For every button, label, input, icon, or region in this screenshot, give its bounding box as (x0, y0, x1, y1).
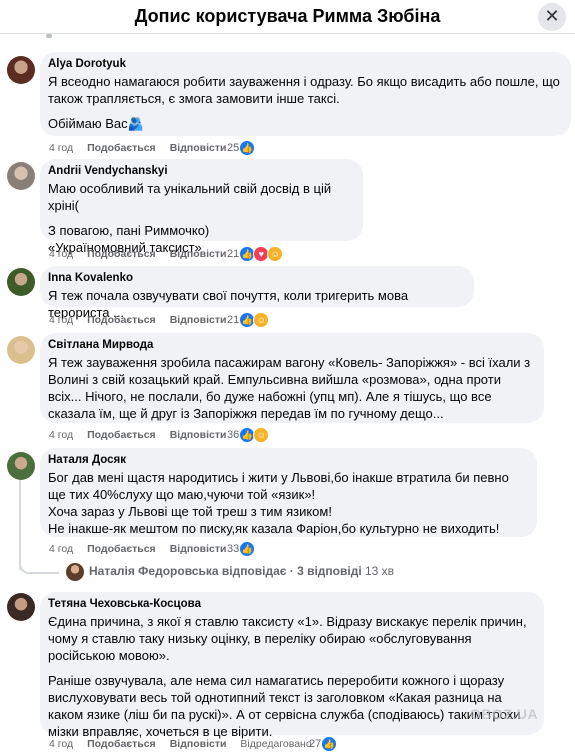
like-button[interactable]: Подобається (87, 142, 156, 154)
reactions[interactable]: 33 👍 (227, 541, 256, 557)
comment-text: Бог дав мені щастя народитись і жити у Л… (48, 470, 509, 502)
comment-time[interactable]: 4 год (49, 543, 73, 555)
comment-bubble: Наталя Досяк Бог дав мені щастя народити… (40, 448, 537, 537)
comment-author[interactable]: Світлана Мирвода (48, 338, 533, 352)
comment-author[interactable]: Наталя Досяк (48, 453, 526, 467)
comment-time[interactable]: 4 год (49, 738, 73, 750)
reactions-count: 27 (309, 738, 322, 750)
comment-text: Маю особливий та унікальний свій досвід … (48, 181, 332, 213)
avatar[interactable] (7, 593, 35, 621)
comment-meta: 4 год Подобається Відповісти Відредаговано (49, 738, 326, 750)
reply-author: Наталія Федоровська (89, 564, 219, 579)
reply-time: 13 хв (365, 564, 395, 579)
comment-bubble: Alya Dorotyuk Я всеодно намагаюся робити… (40, 52, 571, 136)
reactions[interactable]: 25 👍 (227, 140, 256, 156)
comment-meta: 4 год Подобається Відповісти (49, 314, 240, 326)
reply-button[interactable]: Відповісти (170, 248, 227, 260)
reply-button[interactable]: Відповісти (170, 738, 227, 750)
watermark: OBOZ.UA (470, 706, 539, 722)
comment-text: Я всеодно намагаюся робити зауваження і … (48, 74, 560, 106)
comment-text: З повагою, пані Риммочко) (48, 223, 210, 238)
comment-time[interactable]: 4 год (49, 429, 73, 441)
like-icon: 👍 (239, 541, 256, 557)
care-icon: ☺ (253, 427, 270, 443)
avatar[interactable] (7, 336, 35, 364)
reactions[interactable]: 36 👍 ☺ (227, 427, 270, 443)
care-icon: ☺ (267, 246, 284, 262)
comment-text: Я теж зауваження зробила пасажирам вагон… (48, 355, 531, 421)
avatar[interactable] (7, 452, 35, 480)
comment-bubble: Світлана Мирвода Я теж зауваження зробил… (40, 333, 544, 423)
reactions-count: 33 (227, 543, 240, 555)
reactions[interactable]: 27 👍 (309, 736, 338, 752)
reply-button[interactable]: Відповісти (170, 429, 227, 441)
view-replies-link[interactable]: Наталія Федоровська відповідає · 3 відпо… (66, 563, 394, 581)
like-button[interactable]: Подобається (87, 738, 156, 750)
comment-bubble: Тетяна Чеховська-Косцова Єдина причина, … (40, 592, 544, 739)
comment-author[interactable]: Inna Kovalenko (48, 271, 463, 285)
like-button[interactable]: Подобається (87, 543, 156, 555)
scroll-fragment (46, 34, 52, 38)
close-icon[interactable]: ✕ (538, 3, 566, 31)
dialog-title: Допис користувача Римма Зюбіна (134, 6, 441, 26)
like-icon: 👍 (239, 140, 256, 156)
comment-meta: 4 год Подобається Відповісти (49, 543, 240, 555)
reactions-count: 36 (227, 429, 240, 441)
avatar[interactable] (7, 268, 35, 296)
avatar (66, 563, 84, 581)
reactions[interactable]: 21 👍 ♥ ☺ (227, 246, 284, 262)
like-button[interactable]: Подобається (87, 248, 156, 260)
comment-text: Хоча зараз у Львові ще той треш з тим яз… (48, 504, 332, 519)
reply-button[interactable]: Відповісти (170, 142, 227, 154)
comment-author[interactable]: Alya Dorotyuk (48, 57, 560, 71)
like-icon: 👍 (321, 736, 338, 752)
comment-meta: 4 год Подобається Відповісти (49, 142, 240, 154)
comment-time[interactable]: 4 год (49, 248, 73, 260)
comment-bubble: Inna Kovalenko Я теж почала озвучувати с… (40, 266, 474, 320)
avatar[interactable] (7, 162, 35, 190)
care-icon: ☺ (253, 312, 270, 328)
comment-text: Не інакше-як мештом по писку,як казала Ф… (48, 521, 500, 536)
comment-text: Раніше озвучувала, але нема сил намагати… (48, 673, 521, 739)
avatar[interactable] (7, 56, 35, 84)
comment-meta: 4 год Подобається Відповісти (49, 429, 240, 441)
edited-label[interactable]: Відредаговано (240, 738, 311, 750)
reactions-count: 21 (227, 248, 240, 260)
comment-text: Обіймаю Вас🫂 (48, 116, 144, 131)
comment-bubble: Andrii Vendychanskyi Маю особливий та ун… (40, 159, 363, 255)
reply-button[interactable]: Відповісти (170, 543, 227, 555)
like-button[interactable]: Подобається (87, 429, 156, 441)
reply-action: відповідає (221, 564, 287, 579)
comment-meta: 4 год Подобається Відповісти (49, 248, 240, 260)
reactions-count: 25 (227, 142, 240, 154)
reply-button[interactable]: Відповісти (170, 314, 227, 326)
dialog-header: Допис користувача Римма Зюбіна ✕ (0, 0, 575, 34)
reactions[interactable]: 21 👍 ☺ (227, 312, 270, 328)
thread-connector (19, 562, 59, 574)
comment-time[interactable]: 4 год (49, 142, 73, 154)
thread-line (19, 478, 21, 570)
comment-time[interactable]: 4 год (49, 314, 73, 326)
like-button[interactable]: Подобається (87, 314, 156, 326)
comment-author[interactable]: Тетяна Чеховська-Косцова (48, 597, 533, 611)
comment-author[interactable]: Andrii Vendychanskyi (48, 164, 352, 178)
reactions-count: 21 (227, 314, 240, 326)
comment-text: Єдина причина, з якої я ставлю таксисту … (48, 614, 527, 663)
replies-count: · 3 відповіді (289, 564, 362, 579)
